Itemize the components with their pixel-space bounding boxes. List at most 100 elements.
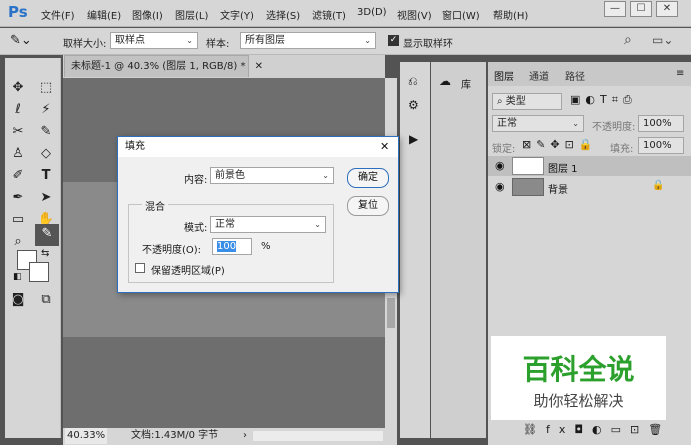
collapsed-panel-strip: ⎌ ⚙ ▶	[400, 62, 430, 438]
content-select[interactable]: 前景色 ⌄	[210, 167, 334, 184]
path-select-tool-icon[interactable]: ➤	[35, 188, 57, 208]
lasso-tool-icon[interactable]: ℓ	[7, 100, 29, 120]
screen-mode-icon[interactable]: ⧉	[35, 290, 57, 310]
properties-icon[interactable]: ⚙	[408, 98, 419, 112]
close-window-button[interactable]: ✕	[656, 1, 678, 17]
crop-tool-icon[interactable]: ✂	[7, 122, 29, 142]
cc-library-icon[interactable]: ☁	[439, 74, 451, 88]
sample-size-select[interactable]: 取样点 ⌄	[110, 32, 198, 49]
filter-icons[interactable]: ▣◐T⌗⎙	[570, 93, 637, 107]
menu-image[interactable]: 图像(I)	[132, 7, 163, 22]
menu-select[interactable]: 选择(S)	[266, 7, 300, 22]
lock-label: 锁定:	[492, 144, 516, 155]
menu-view[interactable]: 视图(V)	[397, 7, 432, 22]
ok-button[interactable]: 确定	[347, 168, 389, 188]
show-ring-checkbox[interactable]: ✓	[388, 35, 399, 46]
layer-name[interactable]: 背景	[548, 181, 568, 196]
search-icon: ⌕	[497, 96, 506, 107]
layer-row[interactable]: ◉ 背景 🔒	[488, 177, 691, 197]
library-label[interactable]: 库	[461, 76, 471, 91]
dialog-title-bar[interactable]: 填充 ✕	[118, 137, 398, 157]
menu-window[interactable]: 窗口(W)	[442, 7, 480, 22]
fill-dialog: 填充 ✕ 内容: 前景色 ⌄ 确定 复位 混合 模式: 正常 ⌄ 不透明度(O): …	[117, 136, 399, 293]
eraser-tool-icon[interactable]: ◇	[35, 144, 57, 164]
rectangle-tool-icon[interactable]: ▭	[7, 210, 29, 230]
quick-mask-icon[interactable]: ◙	[7, 290, 29, 310]
opacity-label: 不透明度:	[592, 122, 636, 133]
menu-type[interactable]: 文字(Y)	[220, 7, 254, 22]
chevron-down-icon: ⌄	[572, 119, 579, 128]
menu-3d[interactable]: 3D(D)	[357, 7, 387, 18]
type-tool-icon[interactable]: T	[35, 166, 57, 186]
library-panel: ☁ 库	[431, 62, 486, 438]
status-arrow-icon[interactable]: ›	[243, 428, 247, 444]
visibility-eye-icon[interactable]: ◉	[495, 159, 505, 172]
reset-button[interactable]: 复位	[347, 196, 389, 216]
magic-wand-tool-icon[interactable]: ⚡	[35, 100, 57, 120]
eyedropper-tool-icon[interactable]: ✎	[35, 224, 59, 246]
search-icon[interactable]: ⌕	[624, 32, 632, 48]
opacity-field[interactable]: 100%	[638, 115, 684, 132]
menu-layer[interactable]: 图层(L)	[175, 7, 208, 22]
filter-kind-select[interactable]: ⌕ 类型	[492, 93, 562, 110]
dialog-title: 填充	[125, 141, 145, 152]
layer-name[interactable]: 图层 1	[548, 160, 578, 175]
marquee-tool-icon[interactable]: ⬚	[35, 78, 57, 98]
menu-edit[interactable]: 编辑(E)	[87, 7, 121, 22]
opacity-input[interactable]: 100	[212, 238, 252, 255]
maximize-button[interactable]: ☐	[630, 1, 652, 17]
history-icon[interactable]: ⎌	[408, 74, 418, 89]
layers-tab-bar	[488, 62, 691, 86]
options-bar: ✎⌄ 取样大小: 取样点 ⌄ 样本: 所有图层 ⌄ ✓ 显示取样环 ⌕ ▭⌄	[0, 28, 691, 55]
stamp-tool-icon[interactable]: ♙	[7, 144, 29, 164]
menu-help[interactable]: 帮助(H)	[493, 7, 528, 22]
close-icon[interactable]: ✕	[380, 137, 389, 157]
zoom-level[interactable]: 40.33%	[65, 428, 108, 444]
watermark-title: 百科全说	[522, 353, 635, 386]
blend-mode-select[interactable]: 正常 ⌄	[492, 115, 584, 132]
brush-tool-icon[interactable]: ✎	[35, 122, 57, 142]
blend-group-label: 混合	[142, 198, 168, 213]
lock-icon: 🔒	[652, 180, 665, 191]
lock-icons[interactable]: ⊠✎✥⊡🔒	[522, 138, 598, 151]
chevron-down-icon: ⌄	[186, 36, 193, 45]
preserve-transparency-label[interactable]: 保留透明区域(P)	[151, 262, 225, 277]
layers-bottom-toolbar[interactable]: ⛓fx◘◐▭⊡🗑	[488, 420, 691, 440]
visibility-eye-icon[interactable]: ◉	[495, 180, 505, 193]
document-info: 文档:1.43M/0 字节	[131, 430, 219, 441]
eyedropper-preset-icon[interactable]: ✎⌄	[10, 33, 32, 48]
swap-colors-icon[interactable]: ⇆	[41, 248, 49, 259]
tab-channels[interactable]: 通道	[529, 68, 549, 83]
watermark-subtitle: 助你轻松解决	[533, 392, 624, 410]
minimize-button[interactable]: —	[604, 1, 626, 17]
content-label: 内容:	[184, 175, 208, 186]
play-actions-icon[interactable]: ▶	[409, 132, 418, 146]
background-color-swatch[interactable]	[29, 262, 49, 282]
pen-tool-icon[interactable]: ✒	[7, 188, 29, 208]
horizontal-scrollbar[interactable]	[253, 431, 383, 441]
sample-size-label: 取样大小:	[63, 39, 107, 50]
close-tab-icon[interactable]: ✕	[255, 61, 263, 72]
scrollbar-thumb[interactable]	[387, 298, 395, 328]
document-tab[interactable]: 未标题-1 @ 40.3% (图层 1, RGB/8) * ✕	[64, 55, 263, 77]
sample-select[interactable]: 所有图层 ⌄	[240, 32, 376, 49]
dodge-tool-icon[interactable]: ✐	[7, 166, 29, 186]
workspace-switcher-icon[interactable]: ▭⌄	[652, 33, 673, 47]
zoom-tool-icon[interactable]: ⌕	[7, 232, 29, 252]
tab-layers[interactable]: 图层	[494, 68, 514, 83]
mode-select[interactable]: 正常 ⌄	[210, 216, 326, 233]
fill-field[interactable]: 100%	[638, 137, 684, 154]
default-colors-icon[interactable]: ◧	[13, 272, 22, 282]
tab-paths[interactable]: 路径	[565, 68, 585, 83]
toolbox: ✥ ⬚ ℓ ⚡ ✂ ✎ ♙ ◇ ✐ T ✒ ➤ ▭ ✋ ⌕ ✎ ⇆ ◧ ◙ ⧉	[5, 58, 61, 438]
move-tool-icon[interactable]: ✥	[7, 78, 29, 98]
layer-row[interactable]: ◉ 图层 1	[488, 156, 691, 176]
fill-label: 填充:	[610, 144, 634, 155]
opacity-label: 不透明度(O):	[142, 245, 202, 256]
show-ring-label: 显示取样环	[403, 39, 453, 50]
preserve-transparency-checkbox[interactable]	[135, 263, 145, 273]
menu-filter[interactable]: 滤镜(T)	[312, 7, 346, 22]
panel-menu-icon[interactable]: ≡	[676, 68, 684, 79]
photoshop-logo: Ps	[8, 3, 28, 21]
menu-file[interactable]: 文件(F)	[41, 7, 75, 22]
